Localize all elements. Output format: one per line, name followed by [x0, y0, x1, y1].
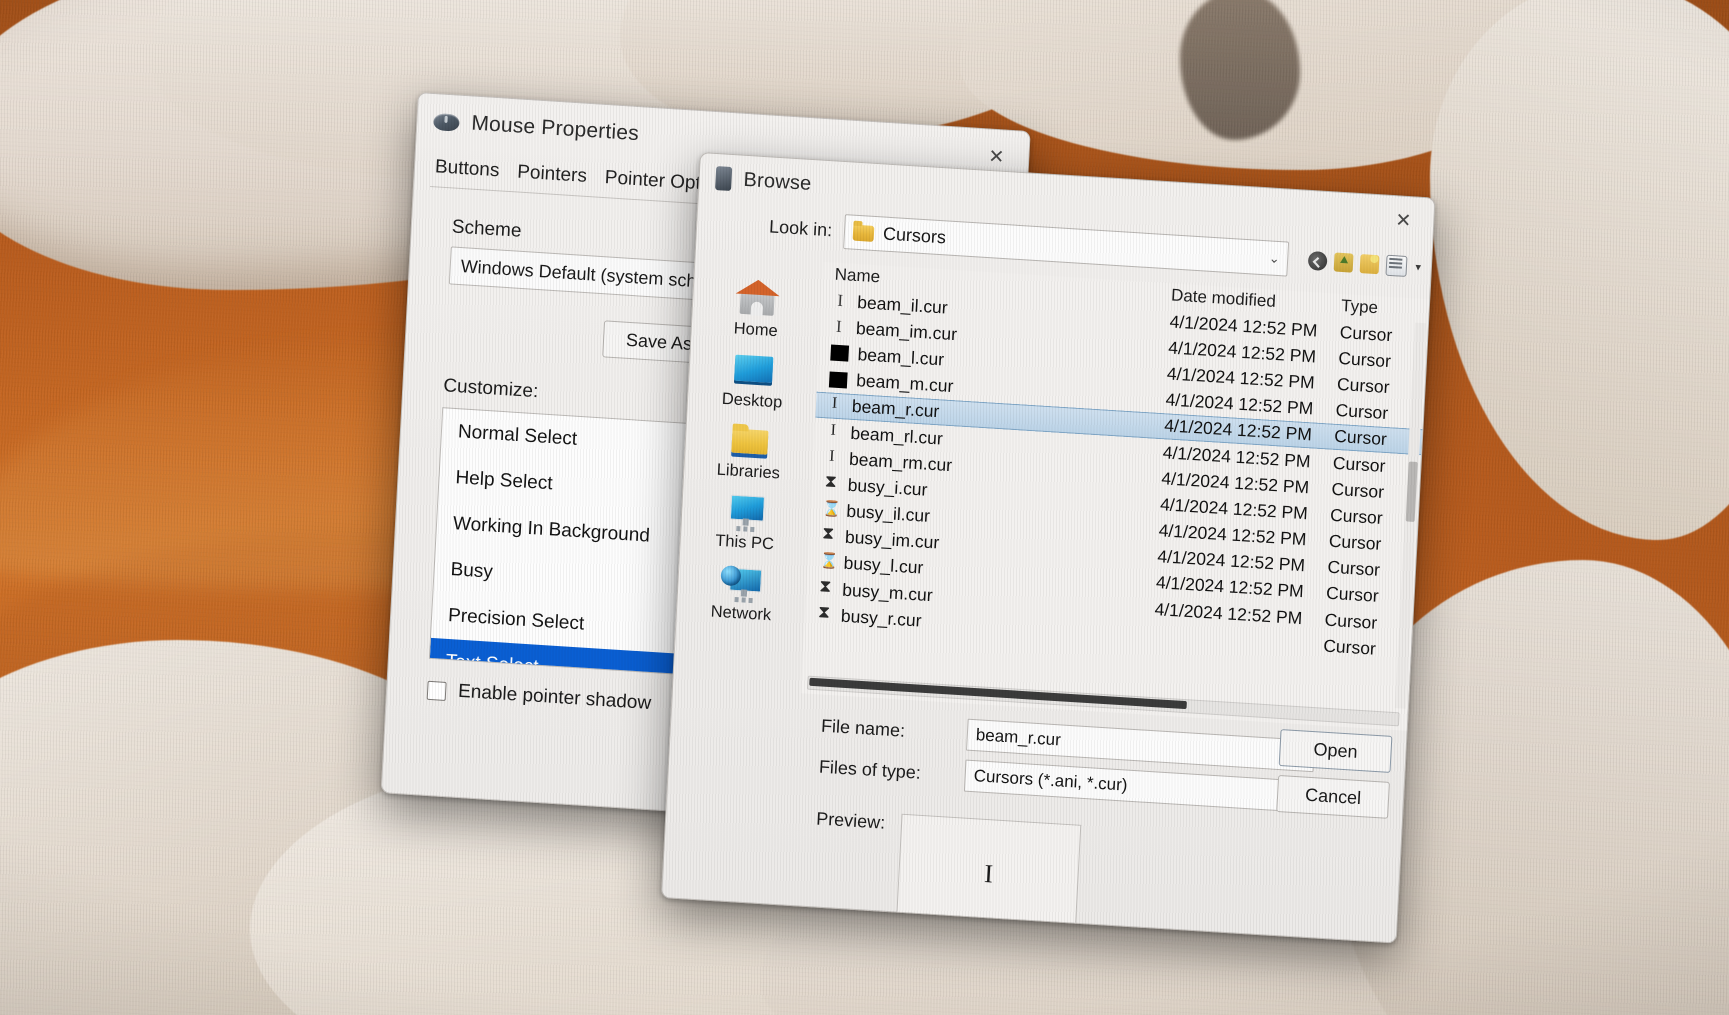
cancel-button[interactable]: Cancel	[1276, 774, 1390, 819]
browse-toolbar: ▾	[1300, 249, 1421, 278]
new-folder-icon[interactable]	[1360, 254, 1380, 275]
file-name-text: busy_i.cur	[847, 474, 928, 500]
file-list-pane[interactable]: ^ Name Date modified Type beam_il.cur4/1…	[800, 261, 1430, 731]
cursor-beam-icon	[715, 166, 733, 191]
chevron-down-icon[interactable]: ⌄	[1268, 250, 1280, 267]
file-name-text: busy_im.cur	[844, 526, 940, 553]
place-label: This PC	[714, 531, 775, 554]
beam-i-icon	[833, 292, 849, 310]
close-icon[interactable]: ✕	[978, 141, 1016, 173]
hourglass-icon	[818, 580, 834, 598]
file-name-text: busy_r.cur	[840, 605, 923, 631]
mouse-properties-title: Mouse Properties	[470, 111, 640, 146]
tab-pointers[interactable]: Pointers	[513, 159, 592, 192]
beam-thin-icon	[826, 423, 842, 441]
network-icon	[719, 562, 767, 603]
file-name-value: beam_r.cur	[975, 725, 1062, 750]
file-name-text: beam_il.cur	[856, 291, 949, 318]
views-caret-icon[interactable]: ▾	[1415, 261, 1421, 274]
places-bar: Home Desktop Libraries This PC Network	[673, 254, 823, 693]
hourglass-icon	[821, 528, 837, 546]
place-this-pc[interactable]: This PC	[689, 489, 802, 556]
titlebar-spacer	[651, 135, 967, 155]
place-desktop[interactable]: Desktop	[697, 347, 810, 414]
views-icon[interactable]	[1385, 254, 1408, 278]
desktop-icon	[730, 349, 778, 390]
beam-thin-icon	[827, 397, 843, 415]
folder-icon	[852, 224, 875, 242]
beam-i-icon	[832, 318, 848, 336]
enable-pointer-shadow-label: Enable pointer shadow	[457, 680, 652, 715]
beam-black-icon	[828, 371, 848, 389]
this-pc-icon	[722, 491, 770, 532]
sort-ascending-icon: ^	[1001, 261, 1008, 275]
home-icon	[733, 278, 781, 319]
file-name-text: beam_rm.cur	[848, 448, 953, 475]
place-label: Network	[710, 602, 772, 625]
place-libraries[interactable]: Libraries	[693, 418, 806, 485]
place-label: Home	[733, 319, 779, 341]
files-of-type-label: Files of type:	[818, 756, 922, 783]
file-name-text: busy_m.cur	[841, 579, 934, 605]
mouse-icon	[433, 112, 460, 132]
place-home[interactable]: Home	[700, 276, 813, 343]
file-name-text: busy_il.cur	[845, 500, 931, 526]
file-name-text: beam_m.cur	[855, 370, 954, 397]
file-name-label: File name:	[820, 715, 906, 741]
file-name-text: beam_rl.cur	[850, 422, 944, 449]
column-header-type[interactable]: Type	[1341, 296, 1430, 321]
beam-thin-icon	[825, 449, 841, 467]
libraries-folder-icon	[726, 420, 774, 461]
place-network[interactable]: Network	[685, 560, 798, 627]
file-name-text: beam_im.cur	[855, 317, 958, 345]
close-icon[interactable]: ✕	[1385, 205, 1423, 237]
enable-pointer-shadow-checkbox[interactable]	[426, 680, 447, 701]
file-date-cell	[1153, 635, 1323, 646]
place-label: Libraries	[716, 460, 781, 483]
file-name-text: busy_l.cur	[843, 553, 924, 579]
back-icon[interactable]	[1308, 250, 1329, 272]
lookin-value: Cursors	[882, 223, 947, 248]
browse-action-buttons: Open Cancel	[1276, 729, 1393, 819]
files-of-type-value: Cursors (*.ani, *.cur)	[973, 766, 1128, 795]
vertical-scrollbar-thumb[interactable]	[1405, 461, 1418, 522]
browse-body: Home Desktop Libraries This PC Network ^	[673, 240, 1430, 731]
hourglass-icon	[817, 606, 833, 624]
lookin-label: Look in:	[768, 216, 833, 241]
file-list[interactable]: beam_il.cur4/1/2024 12:52 PMCursorbeam_i…	[804, 287, 1428, 665]
file-name-text: beam_l.cur	[857, 344, 945, 370]
browse-dialog-window: Browse ✕ Look in: Cursors ⌄ ▾ Home Deskt…	[660, 152, 1436, 944]
file-name-text: beam_r.cur	[851, 396, 940, 422]
place-label: Desktop	[721, 389, 783, 412]
browse-title: Browse	[743, 168, 812, 195]
up-folder-icon[interactable]	[1334, 252, 1355, 273]
tab-buttons[interactable]: Buttons	[430, 154, 504, 187]
preview-label: Preview:	[815, 808, 886, 833]
preview-cursor-glyph: I	[983, 858, 994, 889]
hourglass2-icon	[822, 501, 838, 519]
beam-black-icon	[830, 344, 850, 363]
hourglass2-icon	[819, 554, 835, 572]
open-button[interactable]: Open	[1278, 729, 1393, 773]
hourglass-icon	[823, 475, 839, 493]
